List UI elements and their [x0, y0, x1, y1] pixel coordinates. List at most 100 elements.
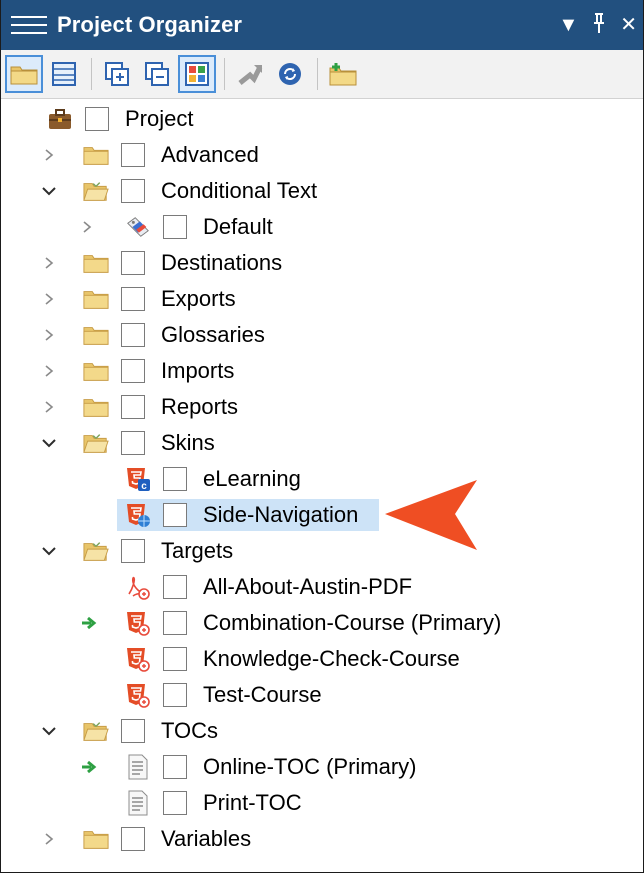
up-arrow-icon [238, 65, 263, 85]
tree-item-label: Side-Navigation [203, 502, 359, 527]
tree-item-online-toc-primary[interactable]: Online-TOC (Primary) [1, 749, 641, 785]
item-checkbox[interactable] [121, 323, 145, 347]
callout-arrow-icon [385, 480, 477, 550]
tree-item-advanced[interactable]: Advanced [1, 137, 641, 173]
expand-all-button[interactable] [98, 55, 136, 93]
tree-item-label: Combination-Course (Primary) [203, 610, 502, 635]
svg-text:c: c [141, 481, 147, 492]
chevron-right-icon[interactable] [77, 217, 97, 237]
tree-item-label: Glossaries [161, 322, 265, 347]
item-checkbox[interactable] [163, 575, 187, 599]
folder-view-button[interactable] [5, 55, 43, 93]
tree-item-tocs[interactable]: TOCs [1, 713, 641, 749]
project-tree: Project Advanced Conditional Text Default De… [1, 99, 643, 867]
collapse-all-button[interactable] [138, 55, 176, 93]
html5-target-icon [125, 683, 151, 708]
tree-item-destinations[interactable]: Destinations [1, 245, 641, 281]
chevron-right-icon[interactable] [39, 361, 59, 381]
chevron-down-icon[interactable] [39, 433, 59, 453]
tree-item-label: Knowledge-Check-Course [203, 646, 460, 671]
close-icon[interactable]: ✕ [620, 15, 637, 35]
folder-open-icon [83, 179, 109, 203]
expander-placeholder [77, 793, 97, 813]
hamburger-menu-icon[interactable] [11, 12, 47, 38]
tree-item-project[interactable]: Project [1, 101, 641, 137]
tree-item-label: Imports [161, 358, 235, 383]
folder-icon [83, 827, 109, 851]
tree-item-conditional-text[interactable]: Conditional Text [1, 173, 641, 209]
item-checkbox[interactable] [163, 503, 187, 527]
tree-item-knowledge-check-course[interactable]: Knowledge-Check-Course [1, 641, 641, 677]
item-checkbox[interactable] [163, 611, 187, 635]
item-checkbox[interactable] [121, 395, 145, 419]
tree-item-side-navigation[interactable]: Side-Navigation [1, 497, 641, 533]
tree-item-all-about-austin-pdf[interactable]: All-About-Austin-PDF [1, 569, 641, 605]
toc-icon [125, 754, 151, 780]
tree-item-label: Conditional Text [161, 178, 318, 203]
folder-open-icon [83, 431, 109, 455]
refresh-icon [279, 63, 301, 85]
chevron-right-icon[interactable] [39, 829, 59, 849]
tree-item-label: Reports [161, 394, 239, 419]
chevron-right-icon[interactable] [39, 325, 59, 345]
item-checkbox[interactable] [121, 287, 145, 311]
item-checkbox[interactable] [163, 755, 187, 779]
item-checkbox[interactable] [85, 107, 109, 131]
collapse-all-icon [145, 62, 169, 86]
tree-item-label: Test-Course [203, 682, 322, 707]
chevron-right-icon[interactable] [39, 253, 59, 273]
tree-item-label: Project [125, 106, 194, 131]
tree-item-exports[interactable]: Exports [1, 281, 641, 317]
item-checkbox[interactable] [121, 359, 145, 383]
primary-arrow-icon [81, 616, 97, 635]
item-checkbox[interactable] [121, 539, 145, 563]
list-view-button[interactable] [45, 55, 83, 93]
tree-item-test-course[interactable]: Test-Course [1, 677, 641, 713]
folder-icon [83, 143, 109, 167]
tree-item-reports[interactable]: Reports [1, 389, 641, 425]
item-checkbox[interactable] [163, 467, 187, 491]
chevron-down-icon[interactable] [39, 721, 59, 741]
tree-item-imports[interactable]: Imports [1, 353, 641, 389]
toolbar [1, 50, 643, 99]
tree-item-combination-course-primary[interactable]: Combination-Course (Primary) [1, 605, 641, 641]
item-checkbox[interactable] [121, 827, 145, 851]
expand-all-icon [105, 62, 129, 86]
tree-item-glossaries[interactable]: Glossaries [1, 317, 641, 353]
folder-icon [83, 323, 109, 347]
chevron-right-icon[interactable] [39, 289, 59, 309]
tree-item-print-toc[interactable]: Print-TOC [1, 785, 641, 821]
new-folder-button[interactable] [324, 55, 362, 93]
tree-item-variables[interactable]: Variables [1, 821, 641, 857]
item-checkbox[interactable] [163, 647, 187, 671]
move-up-button[interactable] [231, 55, 269, 93]
chevron-right-icon[interactable] [39, 145, 59, 165]
chevron-down-icon[interactable] [39, 181, 59, 201]
primary-arrow-icon [81, 760, 97, 779]
tree-item-skins[interactable]: Skins [1, 425, 641, 461]
chevron-right-icon[interactable] [39, 397, 59, 417]
item-checkbox[interactable] [163, 215, 187, 239]
tree-item-label: All-About-Austin-PDF [203, 574, 413, 599]
item-checkbox[interactable] [121, 719, 145, 743]
item-checkbox[interactable] [163, 683, 187, 707]
dropdown-arrow-icon[interactable]: ▼ [558, 15, 578, 35]
tile-view-button[interactable] [178, 55, 216, 93]
expander-placeholder [77, 505, 97, 525]
item-checkbox[interactable] [163, 791, 187, 815]
tree-item-targets[interactable]: Targets [1, 533, 641, 569]
tree-item-label: Exports [161, 286, 236, 311]
html5-target-icon [125, 611, 151, 636]
tree-item-elearning[interactable]: c eLearning [1, 461, 641, 497]
item-checkbox[interactable] [121, 251, 145, 275]
item-checkbox[interactable] [121, 431, 145, 455]
refresh-button[interactable] [271, 55, 309, 93]
pin-icon[interactable] [592, 12, 606, 38]
tree-item-default[interactable]: Default [1, 209, 641, 245]
tree-item-label: Default [203, 214, 273, 239]
tree-item-label: TOCs [161, 718, 219, 743]
list-icon [52, 62, 76, 86]
item-checkbox[interactable] [121, 143, 145, 167]
chevron-down-icon[interactable] [39, 541, 59, 561]
item-checkbox[interactable] [121, 179, 145, 203]
